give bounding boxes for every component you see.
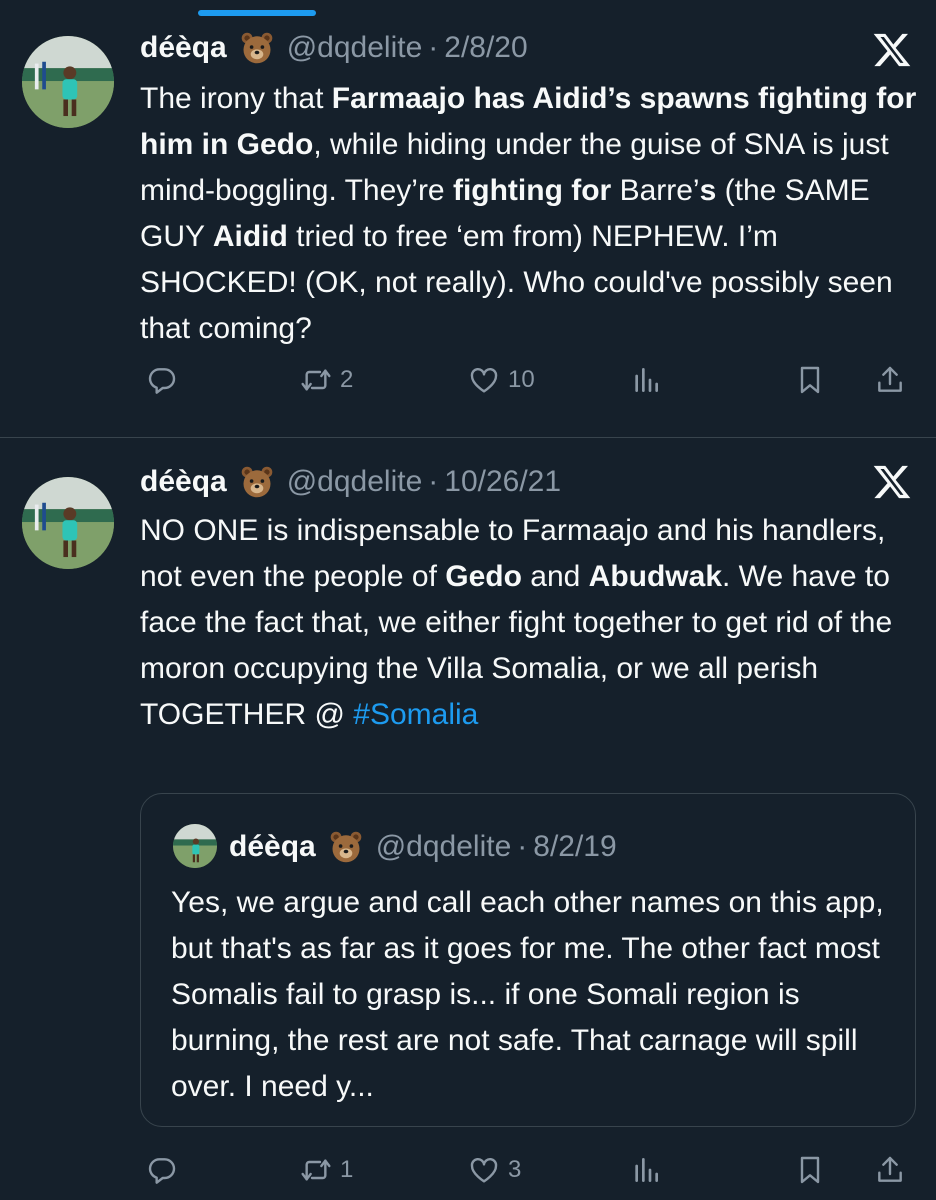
bookmark-button[interactable] [794, 360, 826, 400]
separator-dot: · [517, 830, 528, 863]
bookmark-button[interactable] [794, 1150, 826, 1190]
timestamp: 8/2/19 [533, 830, 617, 863]
bear-emoji-icon [239, 464, 275, 500]
retweet-button[interactable]: 1 [300, 1150, 353, 1190]
tweet-text: NO ONE is indispensable to Farmaajo and … [140, 508, 920, 738]
retweet-count: 1 [340, 1156, 354, 1183]
text-segment: and [521, 560, 589, 593]
like-count: 3 [508, 1156, 522, 1183]
avatar-photo [22, 36, 114, 128]
bear-emoji-icon [239, 30, 275, 66]
timestamp[interactable]: 2/8/20 [444, 31, 527, 65]
share-icon [874, 364, 906, 396]
avatar-photo [22, 477, 114, 569]
display-name[interactable]: déèqa [140, 465, 227, 499]
avatar [173, 824, 217, 868]
like-button[interactable]: 10 [468, 360, 535, 400]
avatar-photo [173, 824, 217, 868]
separator-dot: · [428, 465, 439, 498]
share-button[interactable] [874, 1150, 906, 1190]
bold-text-segment: fighting for [452, 174, 612, 207]
heart-icon [468, 1154, 500, 1186]
username[interactable]: @dqdelite [287, 31, 423, 65]
reply-icon [146, 1154, 178, 1186]
bold-text-segment: Aidid [212, 220, 288, 253]
retweet-icon [300, 1154, 332, 1186]
quoted-tweet-text: Yes, we argue and call each other names … [171, 886, 884, 1103]
views-button[interactable] [630, 1150, 662, 1190]
hashtag-link[interactable]: #Somalia [353, 698, 478, 731]
quoted-tweet[interactable]: déèqa @dqdelite · 8/2/19 Yes, we argue a… [140, 793, 916, 1127]
text-segment: Barre’ [611, 174, 700, 207]
analytics-icon [630, 364, 662, 396]
x-logo-icon [872, 462, 912, 502]
share-button[interactable] [874, 360, 906, 400]
tweet-text: The irony that Farmaajo has Aidid’s spaw… [140, 76, 920, 352]
separator-dot: · [428, 31, 439, 64]
x-logo-icon [872, 30, 912, 70]
reply-icon [146, 364, 178, 396]
bookmark-icon [794, 1154, 826, 1186]
reply-button[interactable] [146, 1150, 186, 1190]
tweet-header: déèqa @dqdelite · 10/26/21 [140, 460, 561, 504]
username[interactable]: @dqdelite [287, 465, 423, 499]
bear-emoji-icon [328, 829, 364, 865]
text-segment: The irony that [140, 82, 332, 115]
like-button[interactable]: 3 [468, 1150, 521, 1190]
avatar[interactable] [22, 477, 114, 569]
analytics-icon [630, 1154, 662, 1186]
timestamp[interactable]: 10/26/21 [444, 465, 561, 499]
heart-icon [468, 364, 500, 396]
bold-text-segment: Abudwak [588, 560, 723, 593]
bold-text-segment: s [699, 174, 717, 207]
tweet[interactable]: déèqa @dqdelite · 10/26/21 NO ONE is ind… [0, 438, 936, 1200]
quoted-tweet-header: déèqa @dqdelite · 8/2/19 [229, 826, 617, 868]
avatar[interactable] [22, 36, 114, 128]
retweet-count: 2 [340, 366, 354, 393]
tweet-header: déèqa @dqdelite · 2/8/20 [140, 26, 528, 70]
bookmark-icon [794, 364, 826, 396]
retweet-button[interactable]: 2 [300, 360, 353, 400]
bold-text-segment: Gedo [445, 560, 522, 593]
display-name: déèqa [229, 830, 316, 863]
username: @dqdelite [375, 830, 512, 863]
views-button[interactable] [630, 360, 662, 400]
share-icon [874, 1154, 906, 1186]
tweet-actions: 2 10 [140, 360, 916, 400]
display-name[interactable]: déèqa [140, 31, 227, 65]
retweet-icon [300, 364, 332, 396]
like-count: 10 [508, 366, 535, 393]
reply-button[interactable] [146, 360, 186, 400]
tweet[interactable]: déèqa @dqdelite · 2/8/20 The irony that … [0, 0, 936, 437]
tweet-actions: 1 3 [140, 1150, 916, 1190]
